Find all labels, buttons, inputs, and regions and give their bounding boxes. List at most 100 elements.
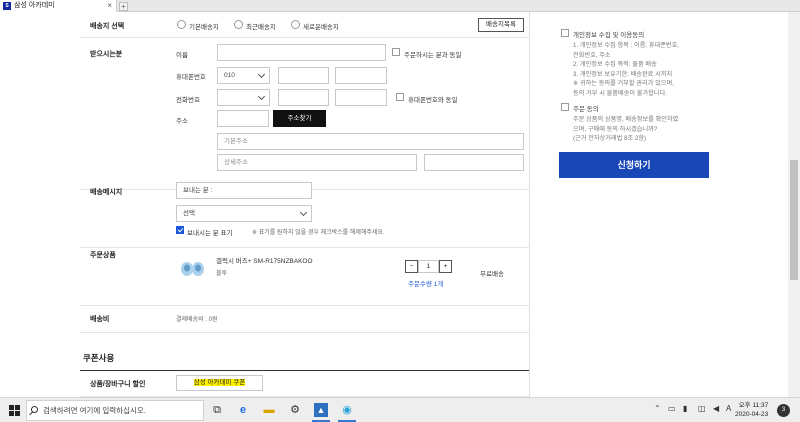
name-input[interactable] (217, 44, 386, 61)
privacy-line: 3. 개인정보 보유기한: 배송완료 시까지 (573, 70, 673, 78)
battery-icon[interactable]: ▮ (683, 404, 687, 413)
privacy-line: 1. 개인정보 수집 항목 : 이름, 휴대폰번호, (573, 42, 680, 49)
notification-center-icon[interactable]: 3 (777, 404, 790, 417)
close-tab-icon[interactable]: × (107, 0, 112, 12)
ime-indicator[interactable]: A (726, 404, 731, 413)
same-as-mobile-label: 휴대폰번호와 동일 (408, 97, 458, 104)
name-label: 이름 (176, 52, 188, 59)
quantity-input[interactable]: 1 (418, 260, 439, 273)
same-as-orderer-label: 주문하시는 분과 동일 (404, 52, 462, 59)
order-product-label: 주문상품 (90, 252, 116, 259)
taskbar-search-placeholder: 검색하려면 여기에 입력하십시오. (43, 406, 146, 415)
quantity-minus-button[interactable]: − (405, 260, 418, 273)
page-content: 배송지 선택 기본배송지 최근배송지 새로운배송지 배송지목록 받으시는분 이름… (0, 12, 800, 397)
tray-device-icon[interactable]: ▭ (668, 404, 676, 413)
phone-label: 전화번호 (176, 97, 200, 104)
mobile-last-input[interactable] (335, 67, 387, 84)
privacy-line: ※ 귀하는 동의를 거부할 권리가 있으며, (573, 80, 674, 87)
privacy-consent-checkbox[interactable] (561, 29, 569, 37)
tray-chevron-up-icon[interactable]: ⌃ (654, 404, 661, 413)
mobile-label: 휴대폰번호 (176, 74, 206, 81)
radio-new-address-label: 새로운배송지 (303, 24, 339, 31)
privacy-line: 전화번호, 주소 (573, 51, 611, 59)
order-consent-line: 으며, 구매에 동의 하시겠습니까? (573, 125, 658, 133)
privacy-line: 2. 개인정보 수집 목적: 물품 배송 (573, 61, 657, 68)
order-quantity-text: 주문수량 1개 (408, 281, 444, 288)
coupon-value: 삼성 아카데미 쿠폰 (193, 379, 246, 386)
show-sender-checkbox[interactable] (176, 226, 184, 234)
pane-divider (529, 12, 530, 397)
shipping-type: 무료배송 (480, 271, 504, 278)
store-app-icon[interactable]: ▲ (314, 403, 328, 417)
windows-start-icon[interactable] (9, 405, 20, 416)
shipping-fee-value: 결제배송비 : 0원 (176, 317, 218, 323)
detail-address-extra-input[interactable] (424, 154, 524, 171)
shipping-select-label: 배송지 선택 (90, 23, 125, 30)
phone-prefix-select[interactable] (217, 89, 270, 106)
volume-icon[interactable]: ◀ (713, 404, 719, 413)
task-view-icon[interactable]: ⧉ (210, 403, 224, 417)
phone-last-input[interactable] (335, 89, 387, 106)
privacy-line: 동의 거부 시 물품배송이 불가합니다. (573, 89, 667, 97)
apply-button[interactable]: 신청하기 (559, 152, 709, 178)
settings-gear-icon[interactable]: ⚙ (288, 403, 302, 417)
order-form: 배송지 선택 기본배송지 최근배송지 새로운배송지 배송지목록 받으시는분 이름… (0, 12, 533, 397)
browser-tab[interactable]: S 삼성 아카데미 × (0, 0, 117, 12)
message-select-value: 선택 (183, 210, 195, 217)
ie-browser-icon[interactable]: ◉ (340, 403, 354, 417)
scrollbar-thumb[interactable] (790, 160, 798, 280)
samsung-favicon-icon: S (3, 2, 11, 10)
show-sender-label: 보내시는 분 표기 (187, 230, 233, 237)
phone-middle-input[interactable] (278, 89, 329, 106)
new-tab-button[interactable]: + (119, 2, 128, 11)
chevron-down-icon (257, 92, 266, 101)
network-icon[interactable]: ◫ (698, 404, 706, 413)
edge-browser-icon[interactable]: e (236, 403, 250, 417)
show-sender-note: ※ 표기를 원하지 않을 경우 체크박스를 해제해주세요. (252, 230, 385, 236)
taskbar-search-input[interactable]: 검색하려면 여기에 입력하십시오. (26, 400, 204, 421)
radio-default-address-label: 기본배송지 (189, 24, 219, 31)
zipcode-input[interactable] (217, 110, 269, 127)
same-as-mobile-checkbox[interactable] (396, 93, 404, 101)
coupon-field[interactable]: 삼성 아카데미 쿠폰 (176, 375, 263, 391)
order-consent-checkbox[interactable] (561, 103, 569, 111)
mobile-middle-input[interactable] (278, 67, 329, 84)
mobile-prefix-value: 010 (224, 72, 235, 79)
browser-tab-strip: S 삼성 아카데미 × + (0, 0, 800, 12)
coupon-row (80, 371, 529, 397)
coupon-section-title: 쿠폰사용 (83, 353, 115, 363)
galaxy-buds-image-icon (181, 262, 204, 276)
radio-new-address[interactable] (291, 20, 300, 29)
address-list-button[interactable]: 배송지목록 (478, 18, 524, 32)
order-consent-line: (근거 전자상거래법 8조 2항) (573, 135, 647, 142)
radio-default-address[interactable] (177, 20, 186, 29)
product-name: 갤럭시 버즈+ SM-R175NZBAKOO (216, 258, 313, 265)
order-consent-line: 주문 상품의 상품명, 배송정보를 확인하였 (573, 116, 679, 123)
detail-address-input[interactable]: 상세주소 (217, 154, 417, 171)
order-consent-title: 주문 동의 (573, 106, 599, 113)
same-as-orderer-checkbox[interactable] (392, 48, 400, 56)
clock-time: 오후 11:37 (738, 402, 769, 409)
product-color: 블루 (216, 271, 228, 277)
taskbar-clock[interactable]: 오후 11:37 2020-04-23 (735, 401, 768, 419)
shipping-fee-row (80, 306, 529, 333)
find-address-button[interactable]: 주소찾기 (273, 110, 326, 127)
file-explorer-icon[interactable]: ▬ (262, 403, 276, 417)
radio-recent-address[interactable] (234, 20, 243, 29)
message-select[interactable]: 선택 (176, 205, 312, 222)
recipient-label: 받으시는분 (90, 51, 123, 58)
basic-address-input[interactable]: 기본주소 (217, 133, 524, 150)
shipping-fee-label: 배송비 (90, 316, 110, 323)
order-consent-text: 주문 상품의 상품명, 배송정보를 확인하였 으며, 구매에 동의 하시겠습니까… (573, 115, 678, 144)
quantity-plus-button[interactable]: + (439, 260, 452, 273)
tab-title: 삼성 아카데미 (14, 2, 55, 9)
chevron-down-icon (257, 70, 266, 79)
chevron-down-icon (299, 208, 308, 217)
clock-date: 2020-04-23 (735, 411, 769, 418)
sender-input[interactable]: 보내는 분 : (176, 182, 312, 199)
mobile-prefix-select[interactable]: 010 (217, 67, 270, 84)
search-icon (31, 406, 38, 413)
coupon-row-label: 상품/장바구니 할인 (90, 381, 146, 388)
privacy-consent-title: 개인정보 수집 및 이용동의 (573, 32, 645, 39)
windows-taskbar: 검색하려면 여기에 입력하십시오. ⧉ e ▬ ⚙ ▲ ◉ ⌃ ▭ ▮ ◫ ◀ … (0, 397, 800, 422)
